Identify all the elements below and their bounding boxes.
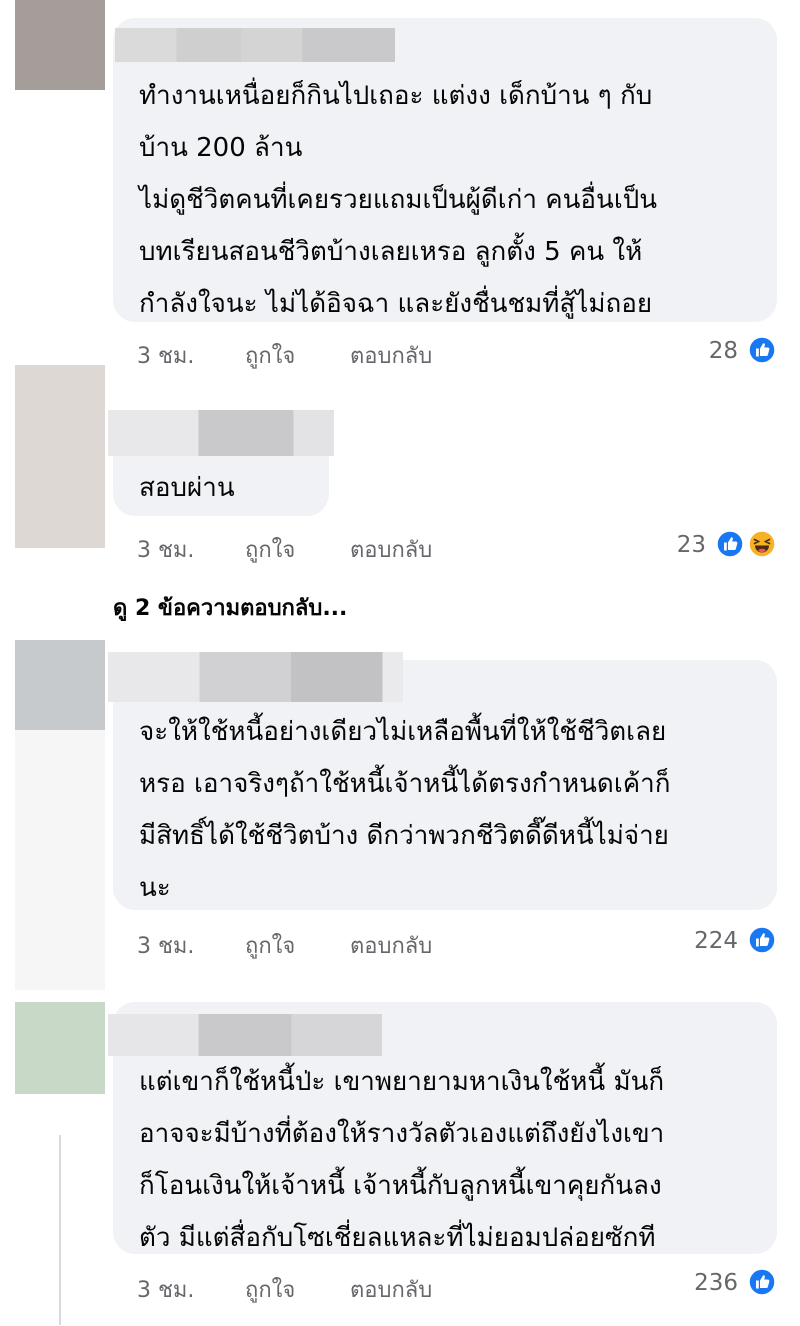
like-reaction-icon[interactable] bbox=[748, 1268, 776, 1296]
blurred-author-name[interactable] bbox=[108, 652, 403, 702]
comment-line: ทำงานเหนื่อยก็กินไปเถอะ แต่งง เด็กบ้าน ๆ… bbox=[139, 81, 653, 111]
comment-timestamp[interactable]: 3 ชม. bbox=[137, 342, 194, 372]
reply-action-button[interactable]: ตอบกลับ bbox=[350, 1276, 432, 1306]
comment-line: มีสิทธิ์ได้ใช้ชีวิตบ้าง ดีกว่าพวกชีวิตดี… bbox=[139, 821, 669, 851]
comment-line: อาจจะมีบ้างที่ต้องให้รางวัลตัวเองแต่ถึงย… bbox=[139, 1119, 665, 1149]
avatar[interactable] bbox=[15, 1002, 105, 1094]
avatar-shadow-area bbox=[15, 730, 105, 990]
view-replies-link[interactable]: ดู 2 ข้อความตอบกลับ... bbox=[113, 594, 347, 624]
comment-line: ตัว มีแต่สื่อกับโซเชี่ยลแหละที่ไม่ยอมปล่… bbox=[139, 1223, 656, 1253]
avatar[interactable] bbox=[15, 640, 105, 730]
reaction-count[interactable]: 23 bbox=[636, 530, 706, 560]
comment-line: นะ bbox=[139, 873, 171, 903]
reply-action-button[interactable]: ตอบกลับ bbox=[350, 342, 432, 372]
comment-line: บ้าน 200 ล้าน bbox=[139, 133, 303, 163]
reaction-count[interactable]: 28 bbox=[668, 336, 738, 366]
avatar[interactable] bbox=[15, 0, 105, 90]
comment-timestamp[interactable]: 3 ชม. bbox=[137, 536, 194, 566]
comment-text: ทำงานเหนื่อยก็กินไปเถอะ แต่งง เด็กบ้าน ๆ… bbox=[139, 70, 657, 330]
like-action-button[interactable]: ถูกใจ bbox=[245, 342, 295, 372]
comment-text: จะให้ใช้หนี้อย่างเดียวไม่เหลือพื้นที่ให้… bbox=[139, 706, 670, 914]
like-action-button[interactable]: ถูกใจ bbox=[245, 536, 295, 566]
comment-timestamp[interactable]: 3 ชม. bbox=[137, 932, 194, 962]
comment-line: กำลังใจนะ ไม่ได้อิจฉา และยังชื่นชมที่สู้… bbox=[139, 289, 653, 319]
comment-line: ก็โอนเงินให้เจ้าหนี้ เจ้าหนี้กับลูกหนี้เ… bbox=[139, 1171, 662, 1201]
blurred-author-name[interactable] bbox=[108, 410, 334, 456]
comment-line: ไม่ดูชีวิตคนที่เคยรวยแถมเป็นผู้ดีเก่า คน… bbox=[139, 185, 657, 215]
reaction-count[interactable]: 224 bbox=[668, 926, 738, 956]
haha-reaction-icon[interactable] bbox=[748, 530, 776, 558]
like-reaction-icon[interactable] bbox=[748, 926, 776, 954]
avatar[interactable] bbox=[15, 365, 105, 548]
comment-line: จะให้ใช้หนี้อย่างเดียวไม่เหลือพื้นที่ให้… bbox=[139, 717, 667, 747]
blurred-author-name[interactable] bbox=[108, 1014, 382, 1056]
comment-line: แต่เขาก็ใช้หนี้ป่ะ เขาพยายามหาเงินใช้หนี… bbox=[139, 1067, 665, 1097]
like-reaction-icon[interactable] bbox=[716, 530, 744, 558]
comment-timestamp[interactable]: 3 ชม. bbox=[137, 1276, 194, 1306]
like-action-button[interactable]: ถูกใจ bbox=[245, 1276, 295, 1306]
reaction-count[interactable]: 236 bbox=[668, 1268, 738, 1298]
like-action-button[interactable]: ถูกใจ bbox=[245, 932, 295, 962]
comment-line: หรอ เอาจริงๆถ้าใช้หนี้เจ้าหนี้ได้ตรงกำหน… bbox=[139, 769, 671, 799]
comment-text: สอบผ่าน bbox=[139, 462, 235, 514]
comment-text: แต่เขาก็ใช้หนี้ป่ะ เขาพยายามหาเงินใช้หนี… bbox=[139, 1056, 664, 1264]
comment-line: สอบผ่าน bbox=[139, 473, 235, 503]
like-reaction-icon[interactable] bbox=[748, 336, 776, 364]
comment-line: บทเรียนสอนชีวิตบ้างเลยเหรอ ลูกตั้ง 5 คน … bbox=[139, 237, 643, 267]
thread-connector-line bbox=[59, 1135, 61, 1325]
reply-action-button[interactable]: ตอบกลับ bbox=[350, 536, 432, 566]
reply-action-button[interactable]: ตอบกลับ bbox=[350, 932, 432, 962]
blurred-author-name[interactable] bbox=[115, 28, 395, 62]
